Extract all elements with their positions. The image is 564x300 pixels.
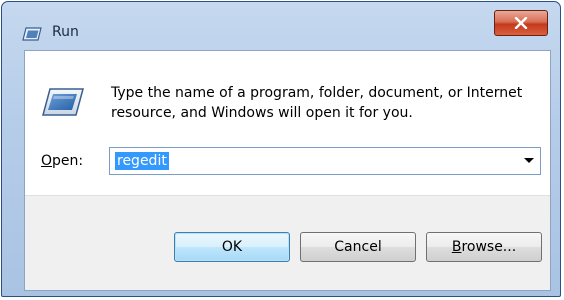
ok-button-label: OK [221, 239, 243, 255]
open-label-accesskey: O [41, 153, 53, 169]
browse-button[interactable]: Browse... [426, 232, 542, 262]
chevron-down-icon[interactable] [524, 158, 534, 163]
run-icon [41, 87, 85, 117]
browse-button-label: Browse... [451, 239, 517, 255]
dialog-body: Type the name of a program, folder, docu… [24, 50, 551, 291]
open-input[interactable]: regedit [115, 152, 169, 170]
cancel-button-label: Cancel [334, 239, 382, 255]
run-dialog-window: Run Type the name of a program, folder, … [1, 1, 561, 297]
cancel-button[interactable]: Cancel [300, 232, 416, 262]
close-icon [514, 17, 528, 29]
title-bar[interactable]: Run [2, 2, 560, 42]
run-icon [22, 26, 42, 41]
dialog-description: Type the name of a program, folder, docu… [111, 85, 523, 121]
window-title: Run [52, 24, 79, 40]
open-combobox[interactable]: regedit [109, 147, 541, 175]
ok-button[interactable]: OK [174, 232, 290, 262]
close-button[interactable] [494, 10, 548, 36]
open-label-text: pen: [52, 153, 84, 169]
open-label: Open: [41, 153, 83, 169]
